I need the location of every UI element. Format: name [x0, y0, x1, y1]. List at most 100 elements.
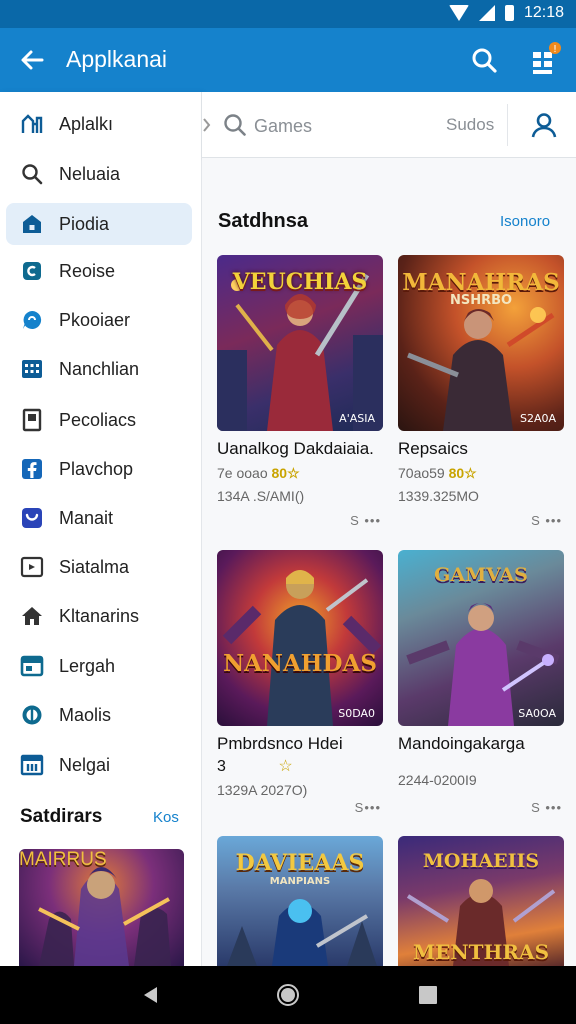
system-nav-bar: [0, 966, 576, 1024]
more-options-icon[interactable]: S •••: [531, 800, 562, 815]
game-meta: 70ao59 80☆: [398, 465, 564, 482]
game-thumbnail: GAMVAS SA0OA: [398, 550, 564, 726]
drawer-item-label: Kltanarins: [59, 606, 140, 626]
game-card[interactable]: NANAHDAS S0DA0 Pmbrdsnco Hdei 3 ☆ 1329A …: [217, 550, 383, 815]
game-card[interactable]: MANAHRAS NSHRBO S2A0A Repsaics 70ao59 80…: [398, 255, 564, 528]
apps-menu-icon[interactable]: !: [524, 40, 564, 80]
section-link[interactable]: Isonoro: [500, 213, 550, 230]
game-size: 2244-0200I9: [398, 772, 477, 788]
game-size: 134A .S/AMI(): [217, 488, 305, 504]
arrow-back-icon[interactable]: [14, 42, 50, 78]
drawer-item-14[interactable]: Nelgai: [6, 744, 192, 786]
drawer-item-9[interactable]: Manait: [6, 497, 192, 539]
game-rating: 80☆: [448, 465, 477, 481]
shield-icon: [20, 506, 44, 530]
user-icon[interactable]: [530, 111, 558, 139]
drawer-item-6[interactable]: Nanchlian: [6, 348, 192, 390]
calendar-icon: [20, 753, 44, 777]
game-size: 1339.325MO: [398, 488, 479, 504]
status-bar: 12:18: [0, 0, 576, 28]
status-icons: 12:18: [448, 4, 564, 22]
thumbnail-art-title: VEUCHIAS: [232, 269, 368, 295]
thumbnail-corner-text: A'ASIA: [339, 412, 375, 425]
back-triangle-icon[interactable]: [139, 983, 163, 1007]
game-thumbnail: MANAHRAS NSHRBO S2A0A: [398, 255, 564, 431]
drawer-item-label: Maolis: [59, 705, 112, 725]
thumbnail-art-title: MOHAEIIS: [422, 850, 540, 872]
drawer-item-label: Reoise: [59, 261, 116, 281]
search-bar: Sudos: [202, 92, 576, 158]
thumbnail-corner-text: S2A0A: [519, 412, 556, 425]
divider: [507, 104, 508, 146]
drawer-item-11[interactable]: Kltanarins: [6, 595, 192, 637]
drawer-item-label: Manait: [59, 508, 114, 528]
game-size: 1329A 2027O): [217, 782, 308, 798]
more-options-icon[interactable]: S•••: [355, 800, 381, 815]
filter-label[interactable]: Sudos: [446, 115, 494, 135]
drawer-item-4[interactable]: Reoise: [6, 250, 192, 292]
thumbnail-subtitle: MANPIANS: [269, 876, 331, 887]
svg-text:!: !: [553, 44, 557, 55]
game-card[interactable]: MOHAEIIS MENTHRAS: [398, 836, 564, 966]
facebook-icon: [20, 457, 44, 481]
thumbnail-subtitle: NSHRBO: [449, 293, 513, 308]
thumbnail-art-title: DAVIEAAS: [235, 850, 365, 876]
drawer-item-label: Neluaia: [59, 164, 121, 184]
battery-icon: [504, 5, 514, 21]
drawer-item-1[interactable]: Aplalkı: [6, 103, 192, 145]
game-meta: 7e ooao 80☆: [217, 465, 383, 482]
keypad-icon: [20, 357, 44, 381]
home-circle-icon[interactable]: [276, 983, 300, 1007]
chart-icon: [20, 112, 44, 136]
more-options-icon[interactable]: S •••: [531, 513, 562, 528]
search-icon[interactable]: [466, 42, 502, 78]
game-thumbnail: DAVIEAAS MANPIANS: [217, 836, 383, 966]
navigation-drawer: Aplalkı Neluaia Piodia Reoise Pkooiaer N…: [0, 92, 202, 966]
drawer-item-8[interactable]: Plavchop: [6, 448, 192, 490]
drawer-item-label: Pkooiaer: [59, 310, 131, 330]
drawer-item-label: Aplalkı: [59, 114, 114, 134]
thumbnail-art-subtitle: MENTHRAS: [412, 940, 550, 964]
game-card[interactable]: VEUCHIAS A'ASIA Uanalkog Dakdaiaia. 7e o…: [217, 255, 383, 528]
game-card[interactable]: GAMVAS SA0OA Mandoingakarga 2244-0200I9 …: [398, 550, 564, 815]
section-title: Satdhnsa: [218, 210, 309, 232]
drawer-item-label: Siatalma: [59, 557, 130, 577]
drawer-item-2[interactable]: Neluaia: [6, 153, 192, 195]
thumbnail-art-title: MANAHRAS: [402, 269, 560, 296]
game-meta-prefix: 70ao59: [398, 465, 445, 481]
drawer-item-12[interactable]: Lergah: [6, 645, 192, 687]
drawer-item-label: Piodia: [59, 214, 110, 234]
house-icon: [20, 212, 44, 236]
screen: 12:18 Applkanai ! Aplalkı Neluaia Piodia: [0, 0, 576, 1024]
game-meta-prefix: 7e ooao: [217, 465, 268, 481]
thumbnail-art-title: NANAHDAS: [223, 650, 377, 677]
drawer-item-label: Nelgai: [59, 755, 111, 775]
chat-icon: [20, 308, 44, 332]
drawer-item-7[interactable]: Pecoliacs: [6, 399, 192, 441]
drawer-game-thumbnail[interactable]: MAIRRUS: [19, 849, 184, 966]
square-badge-icon: [20, 259, 44, 283]
chevron-right-icon[interactable]: [202, 116, 212, 134]
wifi-icon: [448, 5, 469, 21]
drawer-item-10[interactable]: Siatalma: [6, 546, 192, 588]
drawer-item-3[interactable]: Piodia: [6, 203, 192, 245]
drawer-item-5[interactable]: Pkooiaer: [6, 299, 192, 341]
game-card[interactable]: DAVIEAAS MANPIANS: [217, 836, 383, 966]
search-icon: [20, 162, 44, 186]
more-options-icon[interactable]: S •••: [350, 513, 381, 528]
house-icon: [20, 604, 44, 628]
game-title: Uanalkog Dakdaiaia.: [217, 439, 374, 458]
game-title-line2: 3 ☆: [217, 756, 383, 776]
document-icon: [20, 408, 44, 432]
drawer-section-link[interactable]: Kos: [153, 809, 179, 826]
search-input[interactable]: [254, 114, 424, 138]
recents-square-icon[interactable]: [416, 983, 440, 1007]
frame-icon: [20, 555, 44, 579]
drawer-item-13[interactable]: Maolis: [6, 694, 192, 736]
app-title: Applkanai: [66, 46, 168, 72]
game-title: Pmbrdsnco Hdei: [217, 734, 343, 753]
game-thumbnail: MOHAEIIS MENTHRAS: [398, 836, 564, 966]
window-icon: [20, 654, 44, 678]
signal-icon: [478, 5, 495, 21]
app-bar: Applkanai !: [0, 28, 576, 92]
